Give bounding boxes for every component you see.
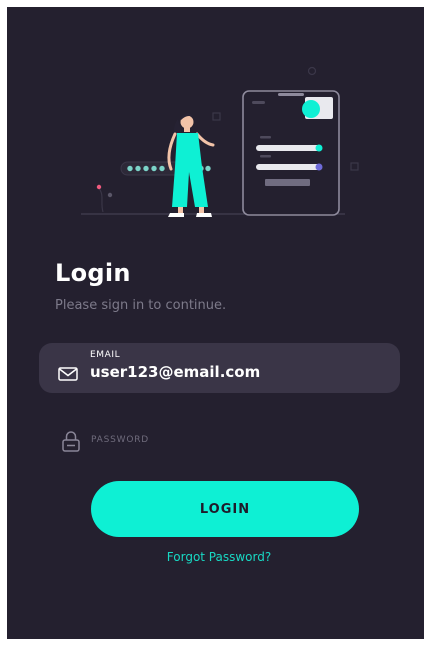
phone-field-dot: [315, 163, 323, 171]
login-screen: Login Please sign in to continue. EMAIL …: [7, 7, 424, 639]
hero-illustration: [81, 66, 359, 217]
password-input[interactable]: [91, 435, 351, 445]
phone-field-dot: [315, 144, 323, 152]
email-field[interactable]: EMAIL: [39, 343, 400, 393]
phone-field-2: [256, 164, 322, 170]
mail-icon: [58, 367, 78, 381]
forgot-password-link[interactable]: Forgot Password?: [7, 550, 424, 564]
plant-bud: [107, 192, 113, 198]
email-input[interactable]: [90, 363, 380, 381]
deco-square-right: [350, 162, 359, 171]
dot: [135, 165, 141, 172]
phone-avatar: [302, 100, 320, 118]
phone-notch: [278, 93, 304, 96]
plant: [97, 186, 104, 213]
phone-line: [252, 101, 265, 104]
deco-square-left: [212, 112, 221, 121]
dot: [151, 165, 157, 172]
phone-line: [260, 155, 271, 158]
phone-line: [260, 136, 271, 139]
email-label: EMAIL: [90, 350, 121, 360]
phone-button: [265, 179, 310, 186]
dot: [143, 165, 149, 172]
dot: [205, 165, 211, 172]
phone-field-1: [256, 145, 322, 151]
plant-flower: [96, 184, 102, 190]
password-field[interactable]: [55, 427, 375, 455]
page-title: Login: [55, 259, 131, 287]
page-subtitle: Please sign in to continue.: [55, 298, 227, 313]
lock-icon: [62, 431, 80, 452]
login-button[interactable]: LOGIN: [91, 481, 359, 537]
deco-circle-top: [307, 66, 317, 76]
dot: [159, 165, 165, 172]
dot: [127, 165, 133, 172]
